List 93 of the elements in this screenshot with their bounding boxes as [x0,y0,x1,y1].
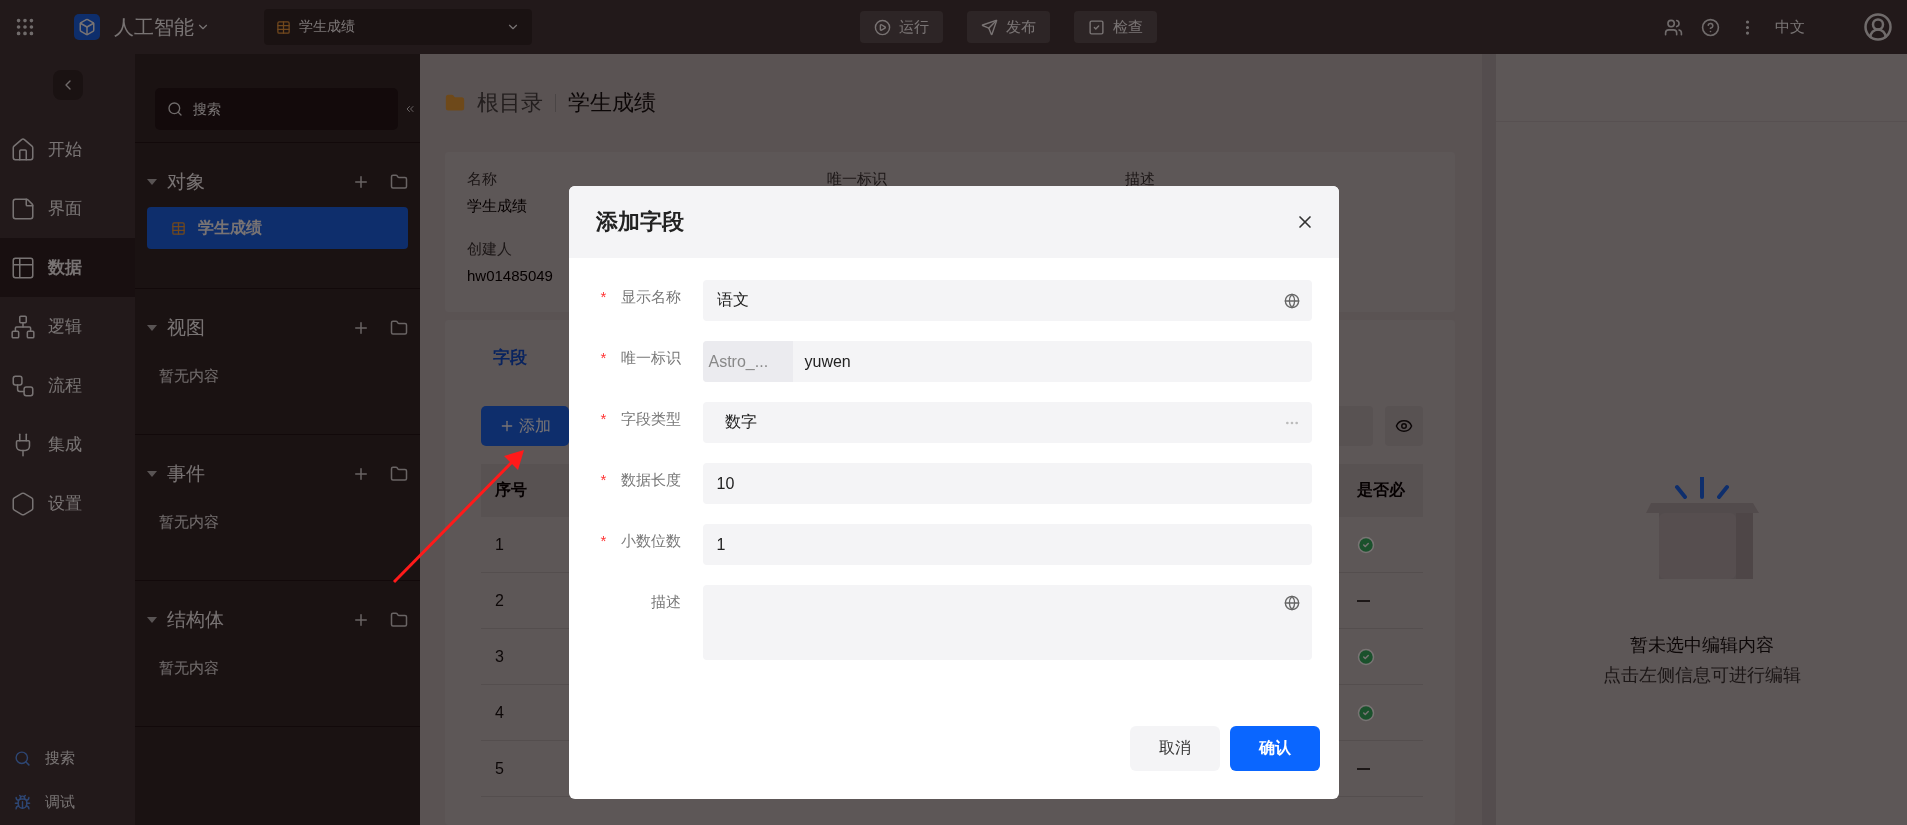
field-label: 数据长度 [620,470,681,490]
app-name[interactable]: 人工智能 [114,13,210,41]
empty-text: 暂无内容 [159,367,219,386]
toolbar-button[interactable]: 运行 [859,11,943,43]
bug-icon [14,793,31,811]
folder-icon [445,93,465,113]
type-picker[interactable]: 数字 [702,402,1312,443]
tab[interactable]: 字段 [481,320,539,394]
branch-icon [10,313,36,340]
dialog-title: 添加字段 [595,208,684,236]
field-label: 唯一标识 [620,348,681,368]
info-label: 描述 [1125,170,1155,189]
section-title: 事件 [167,462,205,486]
field-label: 显示名称 [620,287,681,307]
name-field[interactable]: 语文 [702,280,1312,321]
flow-icon [10,372,36,399]
tree-item[interactable]: 学生成绩 [147,207,408,249]
section-title: 结构体 [167,608,224,632]
settings-icon [10,490,36,517]
language-label[interactable]: 中文 [1775,17,1805,37]
page-icon [10,195,36,222]
required-mark: * [600,287,607,307]
caret-icon[interactable] [147,179,157,185]
field-label: 描述 [650,592,681,612]
nav-item[interactable]: 数据 [0,238,135,297]
empty-text: 暂无内容 [159,513,219,532]
caret-icon[interactable] [147,471,157,477]
required-mark: * [600,470,607,490]
caret-icon[interactable] [147,325,157,331]
input-field[interactable]: 1 [702,524,1312,565]
folder-icon[interactable] [390,611,408,629]
search-icon [14,749,31,767]
checkbox-icon [1087,18,1105,36]
info-value: 学生成绩 [467,197,527,216]
send-icon [980,18,998,36]
add-icon[interactable] [352,465,370,483]
nav-item[interactable]: 界面 [0,179,135,238]
play-icon [873,18,891,36]
info-label: 创建人 [467,240,512,259]
nav-item[interactable]: 流程 [0,356,135,415]
nav-item[interactable]: 开始 [0,120,135,179]
add-icon[interactable] [352,319,370,337]
help-icon[interactable] [1701,17,1720,37]
folder-icon[interactable] [390,173,408,191]
folder-icon[interactable] [390,465,408,483]
field-label: 字段类型 [620,409,681,429]
description-field[interactable] [702,585,1312,660]
folder-icon[interactable] [390,319,408,337]
home-icon [10,136,36,163]
caret-icon[interactable] [147,617,157,623]
collapse-button[interactable] [52,70,83,100]
cube-logo-icon [74,14,100,40]
identifier-field[interactable]: Astro_... yuwen [702,341,1312,382]
page-select[interactable]: 学生成绩 [264,9,532,45]
add-icon[interactable] [352,611,370,629]
avatar-icon[interactable] [1863,12,1893,42]
table-icon [276,19,291,35]
globe-icon[interactable] [1283,292,1300,309]
apps-menu-icon[interactable] [14,16,36,38]
empty-text: 暂无内容 [159,659,219,678]
input-field[interactable]: 10 [702,463,1312,504]
field-label: 小数位数 [620,531,681,551]
toolbar-button[interactable]: 发布 [966,11,1050,43]
nav-item[interactable]: 逻辑 [0,297,135,356]
nav-footer-item[interactable]: 搜索 [0,741,135,775]
eye-icon [1395,417,1413,435]
plus-icon [499,418,515,434]
empty-title: 暂未选中编辑内容 [1629,634,1774,657]
required-mark: * [600,348,607,368]
info-label: 名称 [467,170,497,189]
toolbar-button[interactable]: 检查 [1073,11,1157,43]
required-mark: * [600,531,607,551]
nav-item[interactable]: 设置 [0,474,135,533]
table-icon [171,220,186,236]
cancel-button[interactable]: 取消 [1129,726,1220,771]
section-title: 视图 [167,316,205,340]
nav-item[interactable]: 集成 [0,415,135,474]
search-field[interactable]: 搜索 [155,88,398,130]
empty-hint: 点击左侧信息可进行编辑 [1602,664,1801,687]
info-value: hw01485049 [467,267,553,284]
table-icon [10,254,36,281]
confirm-button[interactable]: 确认 [1229,726,1320,771]
breadcrumb-current: 学生成绩 [568,89,656,117]
nav-footer-item[interactable]: 调试 [0,785,135,819]
users-icon[interactable] [1664,17,1683,37]
eye-button[interactable] [1385,406,1423,446]
add-button[interactable]: 添加 [481,406,569,446]
section-title: 对象 [167,170,205,194]
column-header: 是否必 [1343,464,1423,517]
search-icon [167,101,183,117]
globe-icon[interactable] [1283,595,1300,611]
add-icon[interactable] [352,173,370,191]
required-mark: * [600,409,607,429]
